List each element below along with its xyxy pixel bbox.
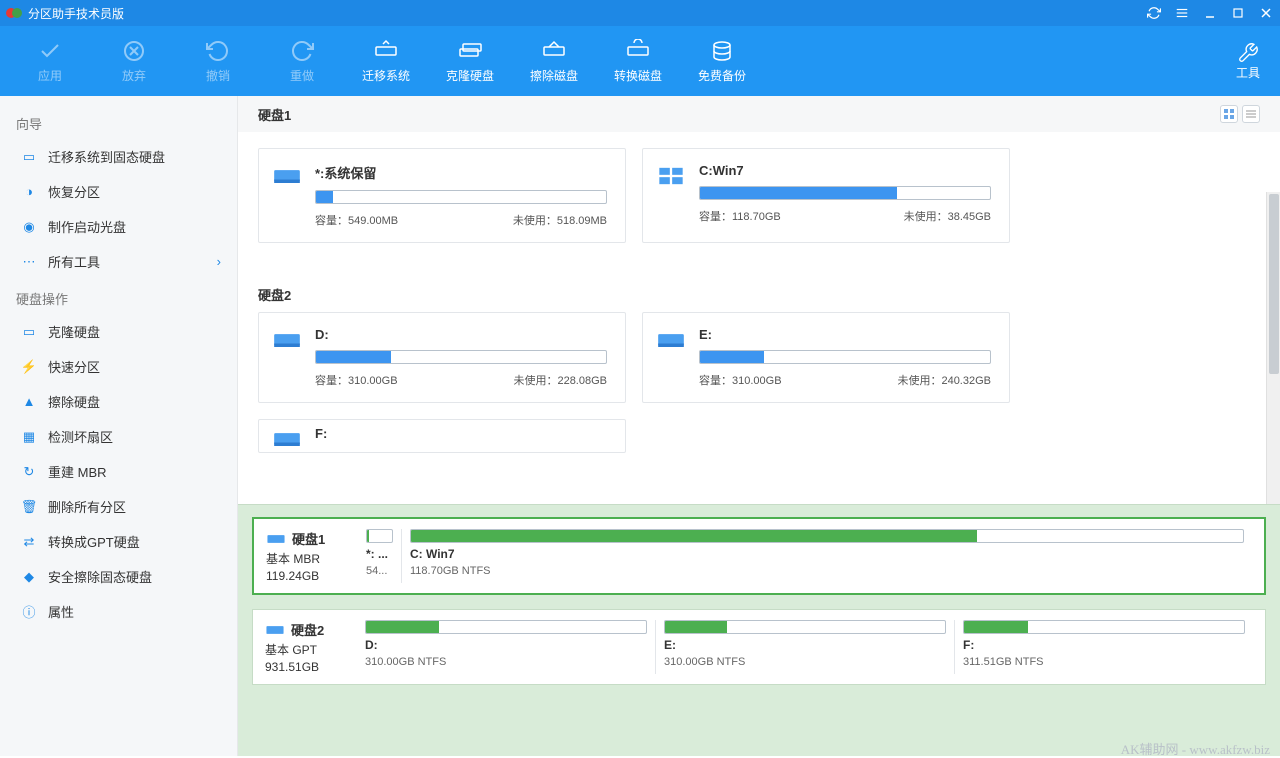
sidebar-item-badsector[interactable]: ▦检测坏扇区 [0,419,237,454]
sidebar-item-rebuild-mbr[interactable]: ↻重建 MBR [0,454,237,489]
sidebar-item-delete-all[interactable]: 🗑删除所有分区 [0,489,237,524]
disk2-label: 硬盘2 [238,273,1280,312]
refresh-icon: ↻ [20,463,38,481]
disk-icon [266,532,286,546]
watermark: AK辅助网 - www.akfzw.biz [1121,739,1270,756]
recover-icon: ◑ [20,183,38,201]
sidebar-item-props[interactable]: ⓘ属性 [0,594,237,629]
refresh-icon[interactable] [1140,0,1168,26]
partition-card-d[interactable]: D: 容量：310.00GB未使用：228.08GB [258,312,626,403]
content-area: 硬盘1 *:系统保留 容量：549.00MB未使用：518.09MB [238,96,1280,756]
apply-button[interactable]: 应用 [8,31,92,91]
maximize-button[interactable] [1224,0,1252,26]
clone-disk-button[interactable]: 克隆硬盘 [428,31,512,91]
tools-button[interactable]: 工具 [1224,42,1272,81]
scan-icon: ▦ [20,428,38,446]
sidebar-item-bootdisk[interactable]: ◉制作启动光盘 [0,209,237,244]
close-button[interactable] [1252,0,1280,26]
minimize-button[interactable] [1196,0,1224,26]
main-toolbar: 应用 放弃 撤销 重做 迁移系统 克隆硬盘 擦除磁盘 转换磁盘 免费备份 工具 [0,26,1280,96]
trash-icon: 🗑 [20,498,38,516]
redo-button[interactable]: 重做 [260,31,344,91]
app-logo-icon [6,5,22,21]
clone-icon: ▭ [20,323,38,341]
view-list-button[interactable] [1242,105,1260,123]
drive-icon [273,428,301,450]
disk-row-1[interactable]: 硬盘1 基本 MBR 119.24GB *: ... 54... C: Win7… [252,517,1266,595]
undo-button[interactable]: 撤销 [176,31,260,91]
wipe-disk-button[interactable]: 擦除磁盘 [512,31,596,91]
disk-icon [265,623,285,637]
shield-icon: ◆ [20,568,38,586]
disk1-header: 硬盘1 [238,96,1280,132]
bolt-icon: ⚡ [20,358,38,376]
drive-icon [273,165,301,187]
windows-icon [657,165,685,187]
diskops-section-title: 硬盘操作 [0,279,237,314]
sidebar: 向导 ▭迁移系统到固态硬盘 ◑恢复分区 ◉制作启动光盘 ⋯所有工具› 硬盘操作 … [0,96,238,756]
partition-card-f[interactable]: F: [258,419,626,453]
migrate-os-button[interactable]: 迁移系统 [344,31,428,91]
disc-icon: ◉ [20,218,38,236]
discard-button[interactable]: 放弃 [92,31,176,91]
menu-icon[interactable] [1168,0,1196,26]
partition-card-e[interactable]: E: 容量：310.00GB未使用：240.32GB [642,312,1010,403]
app-title: 分区助手技术员版 [28,5,1140,22]
info-icon: ⓘ [20,603,38,621]
disk-layout-panel: 硬盘1 基本 MBR 119.24GB *: ... 54... C: Win7… [238,504,1280,756]
wizard-section-title: 向导 [0,104,237,139]
sidebar-item-clone[interactable]: ▭克隆硬盘 [0,314,237,349]
more-icon: ⋯ [20,253,38,271]
partition-list: *:系统保留 容量：549.00MB未使用：518.09MB C:Win7 容量… [238,132,1280,504]
drive-icon [273,329,301,351]
sidebar-item-to-gpt[interactable]: ⇄转换成GPT硬盘 [0,524,237,559]
convert-disk-button[interactable]: 转换磁盘 [596,31,680,91]
sidebar-item-wipe[interactable]: ▲擦除硬盘 [0,384,237,419]
sidebar-item-secure-erase[interactable]: ◆安全擦除固态硬盘 [0,559,237,594]
backup-button[interactable]: 免费备份 [680,31,764,91]
sidebar-item-recover[interactable]: ◑恢复分区 [0,174,237,209]
title-bar: 分区助手技术员版 [0,0,1280,26]
disk-icon: ▭ [20,148,38,166]
drive-icon [657,329,685,351]
convert-icon: ⇄ [20,533,38,551]
scrollbar[interactable] [1266,192,1280,504]
sidebar-item-all-tools[interactable]: ⋯所有工具› [0,244,237,279]
chevron-right-icon: › [217,254,221,269]
sidebar-item-migrate-ssd[interactable]: ▭迁移系统到固态硬盘 [0,139,237,174]
partition-card-system-reserved[interactable]: *:系统保留 容量：549.00MB未使用：518.09MB [258,148,626,243]
erase-icon: ▲ [20,393,38,411]
disk-row-2[interactable]: 硬盘2 基本 GPT 931.51GB D: 310.00GB NTFS E: … [252,609,1266,685]
partition-card-c-win7[interactable]: C:Win7 容量：118.70GB未使用：38.45GB [642,148,1010,243]
view-grid-button[interactable] [1220,105,1238,123]
sidebar-item-quick[interactable]: ⚡快速分区 [0,349,237,384]
